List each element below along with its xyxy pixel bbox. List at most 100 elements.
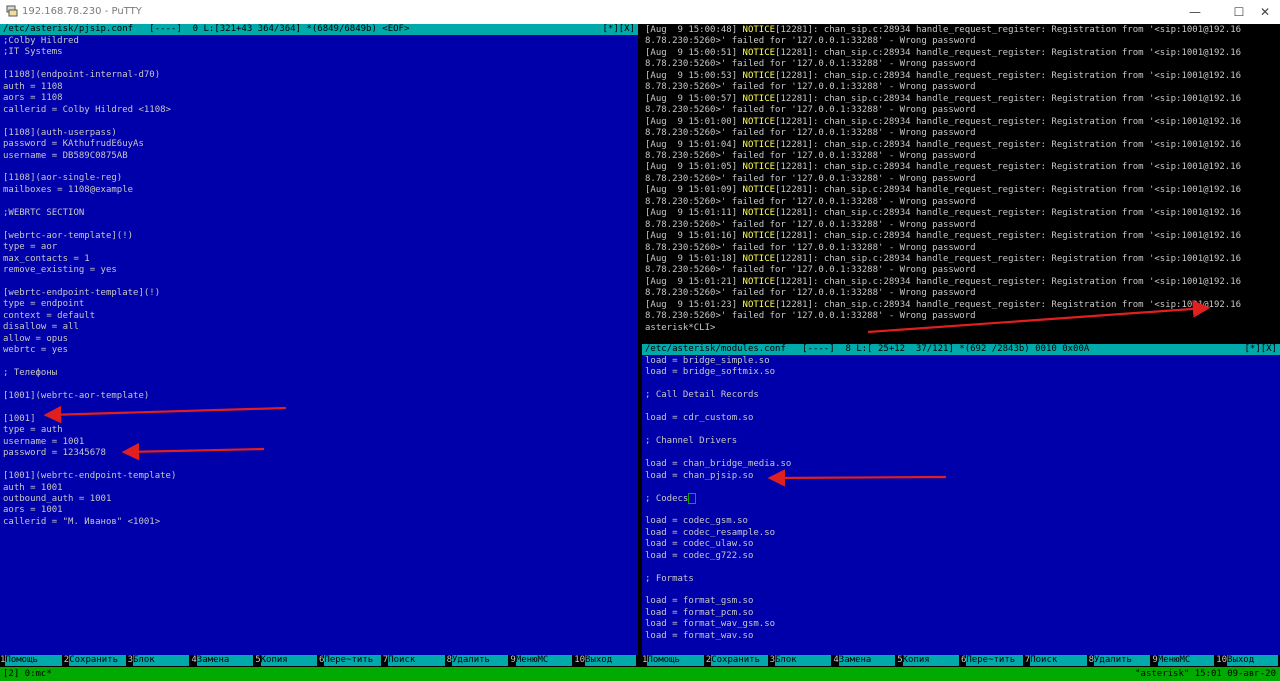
text-cursor [688,493,697,505]
log-level: NOTICE [742,70,776,81]
log-timestamp: [Aug 9 15:01:04] [645,139,743,150]
log-level: NOTICE [742,231,776,242]
fkey-7[interactable]: 7Поиск [382,655,447,666]
fkey-3[interactable]: 3Блок [127,655,192,666]
pjsip-config-line: ; Телефоны [3,368,58,379]
pjsip-config-line: ;IT Systems [3,47,63,58]
log-message: : chan_sip.c:28934 handle_request_regist… [813,185,1242,196]
fkey-4[interactable]: 4Замена [191,655,255,666]
fkey-7[interactable]: 7Поиск [1024,655,1089,666]
fkey-label: Замена [196,655,254,666]
pjsip-config-line: context = default [3,310,96,321]
log-level: NOTICE [742,25,776,35]
terminal-window[interactable]: /etc/asterisk/pjsip.conf [----] 0 L:[321… [0,24,1280,681]
fkey-label: Копия [902,655,959,666]
fkey-10[interactable]: 10Выход [574,655,638,666]
pjsip-config-line: [1108](auth-userpass) [3,127,117,138]
pjsip-editor-header: /etc/asterisk/pjsip.conf [----] 0 L:[321… [0,24,638,35]
fkey-2[interactable]: 2Сохранить [705,655,770,666]
fkey-8[interactable]: 8Удалить [1088,655,1153,666]
cli-prompt[interactable]: asterisk*CLI> [645,323,715,335]
fkey-label: Блок [775,655,832,666]
fkey-label: Удалить [452,655,509,666]
pjsip-config-line: [webrtc-aor-template](!) [3,230,134,241]
modules-editor-window-buttons[interactable]: [*][X] [1244,344,1277,355]
fkey-2[interactable]: 2Сохранить [63,655,128,666]
log-timestamp: [Aug 9 15:01:18] [645,254,743,264]
fkey-label: Сохранить [69,655,126,666]
console-log-continuation: 8.78.230:5260>' failed for '127.0.0.1:33… [645,196,976,207]
fkey-6[interactable]: 6Пере~тить [319,655,383,666]
fkey-label: Помощь [647,655,704,666]
fkey-label: Удалить [1094,655,1151,666]
fkey-6[interactable]: 6Пере~тить [961,655,1025,666]
pjsip-config-line: type = auth [3,425,63,436]
modules-config-line: load = format_pcm.so [645,607,754,618]
pjsip-config-line: username = DB589C0875AB [3,150,128,161]
console-log-entry: [Aug 9 15:01:18] NOTICE[12281]: chan_sip… [645,254,1241,266]
pjsip-config-line: allow = opus [3,333,69,344]
modules-config-line: load = codec_g722.so [645,550,754,561]
modules-config-line: load = cdr_custom.so [645,413,754,424]
fkey-4[interactable]: 4Замена [833,655,897,666]
console-log-continuation: 8.78.230:5260>' failed for '127.0.0.1:33… [645,311,976,322]
fkey-5[interactable]: 5Копия [255,655,319,666]
pjsip-config-line: max_contacts = 1 [3,253,90,264]
console-log-continuation: 8.78.230:5260>' failed for '127.0.0.1:33… [645,128,976,139]
log-level: NOTICE [742,276,776,287]
console-log-continuation: 8.78.230:5260>' failed for '127.0.0.1:33… [645,173,976,184]
log-message: : chan_sip.c:28934 handle_request_regist… [813,254,1242,264]
fkey-label: Блок [133,655,190,666]
log-timestamp: [Aug 9 15:00:51] [645,47,743,58]
asterisk-console-pane[interactable]: [Aug 9 15:00:48] NOTICE [12281] : chan_sip… [642,24,1280,342]
log-message: : chan_sip.c:28934 handle_request_regist… [813,116,1242,127]
console-log-continuation: 8.78.230:5260>' failed for '127.0.0.1:33… [645,105,976,116]
console-log-entry: [Aug 9 15:01:00] NOTICE[12281]: chan_sip… [645,117,1241,129]
fkey-8[interactable]: 8Удалить [446,655,511,666]
pjsip-config-line: [1001] [3,413,36,424]
window-titlebar: 192.168.78.230 - PuTTY — ☐ ✕ [0,0,1280,24]
fkey-number: 10 [1216,655,1228,665]
console-log-continuation: 8.78.230:5260>' failed for '127.0.0.1:33… [645,242,976,253]
console-log-entry: [Aug 9 15:01:09] NOTICE[12281]: chan_sip… [645,185,1241,197]
fkey-10[interactable]: 10Выход [1216,655,1280,666]
pjsip-config-line: callerid = "М. Иванов" <1001> [3,516,161,527]
console-log-continuation: 8.78.230:5260>' failed for '127.0.0.1:33… [645,150,976,161]
pjsip-config-line: auth = 1001 [3,482,63,493]
pjsip-config-line: aors = 1001 [3,505,63,516]
console-log-entry: [Aug 9 15:01:04] NOTICE[12281]: chan_sip… [645,140,1241,152]
pjsip-editor-window-buttons[interactable]: [*][X] [602,24,635,35]
fkey-5[interactable]: 5Копия [897,655,961,666]
putty-icon [6,5,18,17]
modules-editor-pane[interactable]: /etc/asterisk/modules.conf [----] 8 L:[ … [642,344,1280,655]
console-log-entry: [Aug 9 15:01:11] NOTICE[12281]: chan_sip… [645,208,1241,220]
close-button[interactable]: ✕ [1250,2,1280,22]
log-timestamp: [Aug 9 15:01:23] [645,299,743,310]
modules-config-line: ; Channel Drivers [645,436,738,447]
log-timestamp: [Aug 9 15:01:16] [645,231,743,242]
log-level: NOTICE [742,162,776,173]
log-pid: [12281] [775,208,813,219]
console-log-entry: [Aug 9 15:01:05] NOTICE[12281]: chan_sip… [645,162,1241,174]
modules-config-line: load = bridge_simple.so [645,356,770,366]
log-timestamp: [Aug 9 15:01:11] [645,208,743,219]
fkey-label: МенюMC [515,655,573,666]
modules-config-line: ; Call Detail Records [645,390,759,401]
console-log-continuation: 8.78.230:5260>' failed for '127.0.0.1:33… [645,36,976,47]
fkey-3[interactable]: 3Блок [769,655,834,666]
console-log-entry: [Aug 9 15:01:21] NOTICE[12281]: chan_sip… [645,277,1241,289]
pjsip-config-line: ;Colby Hildred [3,36,79,46]
fkey-9[interactable]: 9МенюMC [510,655,574,666]
log-message: : chan_sip.c:28934 handle_request_regist… [813,93,1242,104]
fkey-1[interactable]: 1Помощь [0,655,64,666]
fkey-1[interactable]: 1Помощь [642,655,706,666]
modules-config-line: load = bridge_softmix.so [645,367,776,378]
log-timestamp: [Aug 9 15:00:48] [645,25,743,35]
minimize-button[interactable]: — [1180,2,1210,22]
modules-editor-status: /etc/asterisk/modules.conf [----] 8 L:[ … [645,344,1090,354]
pjsip-editor-pane[interactable]: /etc/asterisk/pjsip.conf [----] 0 L:[321… [0,24,638,655]
log-message: : chan_sip.c:28934 handle_request_regist… [813,25,1242,35]
status-left: [2] 0:mc* [3,669,52,679]
fkey-9[interactable]: 9МенюMC [1152,655,1216,666]
modules-config-line: load = format_wav.so [645,630,754,641]
